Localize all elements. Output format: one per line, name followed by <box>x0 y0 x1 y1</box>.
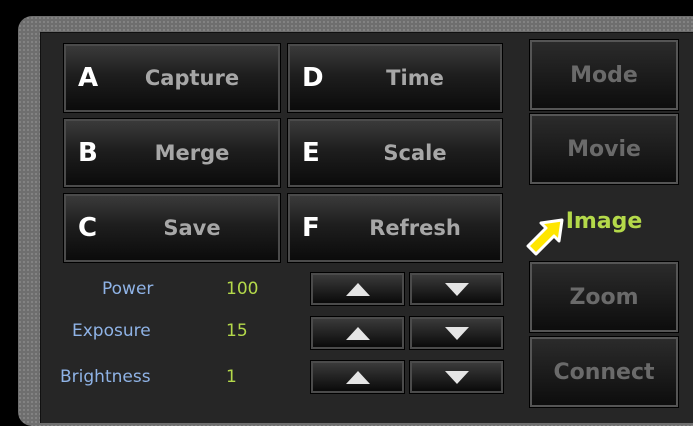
capture-letter: A <box>78 63 99 93</box>
yellow-arrow-pointer-icon <box>526 218 564 256</box>
down-arrow-icon <box>444 282 469 296</box>
scale-label: Scale <box>383 141 447 165</box>
exposure-value: 15 <box>226 321 248 341</box>
down-arrow-icon <box>444 326 469 340</box>
exposure-up-button[interactable] <box>310 316 405 350</box>
capture-button[interactable]: A Capture <box>63 43 281 113</box>
power-down-button[interactable] <box>409 272 504 306</box>
power-label: Power <box>102 279 154 299</box>
capture-label: Capture <box>144 66 240 90</box>
scale-letter: E <box>302 138 320 168</box>
brightness-down-button[interactable] <box>409 360 504 394</box>
brightness-up-button[interactable] <box>310 360 405 394</box>
time-label: Time <box>386 66 444 90</box>
brightness-value: 1 <box>226 367 237 387</box>
power-up-button[interactable] <box>310 272 405 306</box>
refresh-letter: F <box>302 213 320 243</box>
save-button[interactable]: C Save <box>63 193 281 263</box>
up-arrow-icon <box>345 370 370 384</box>
connect-button[interactable]: Connect <box>529 336 679 408</box>
exposure-down-button[interactable] <box>409 316 504 350</box>
up-arrow-icon <box>345 326 370 340</box>
up-arrow-icon <box>345 282 370 296</box>
save-label: Save <box>163 216 221 240</box>
movie-button[interactable]: Movie <box>529 113 679 185</box>
merge-button[interactable]: B Merge <box>63 118 281 188</box>
zoom-button[interactable]: Zoom <box>529 261 679 333</box>
time-letter: D <box>302 63 324 93</box>
brightness-label: Brightness <box>60 367 151 387</box>
save-letter: C <box>78 213 98 243</box>
refresh-label: Refresh <box>369 216 461 240</box>
exposure-label: Exposure <box>72 321 151 341</box>
refresh-button[interactable]: F Refresh <box>287 193 503 263</box>
merge-label: Merge <box>154 141 230 165</box>
down-arrow-icon <box>444 370 469 384</box>
time-button[interactable]: D Time <box>287 43 503 113</box>
merge-letter: B <box>78 138 98 168</box>
scale-button[interactable]: E Scale <box>287 118 503 188</box>
mode-button[interactable]: Mode <box>529 39 679 111</box>
power-value: 100 <box>226 279 259 299</box>
